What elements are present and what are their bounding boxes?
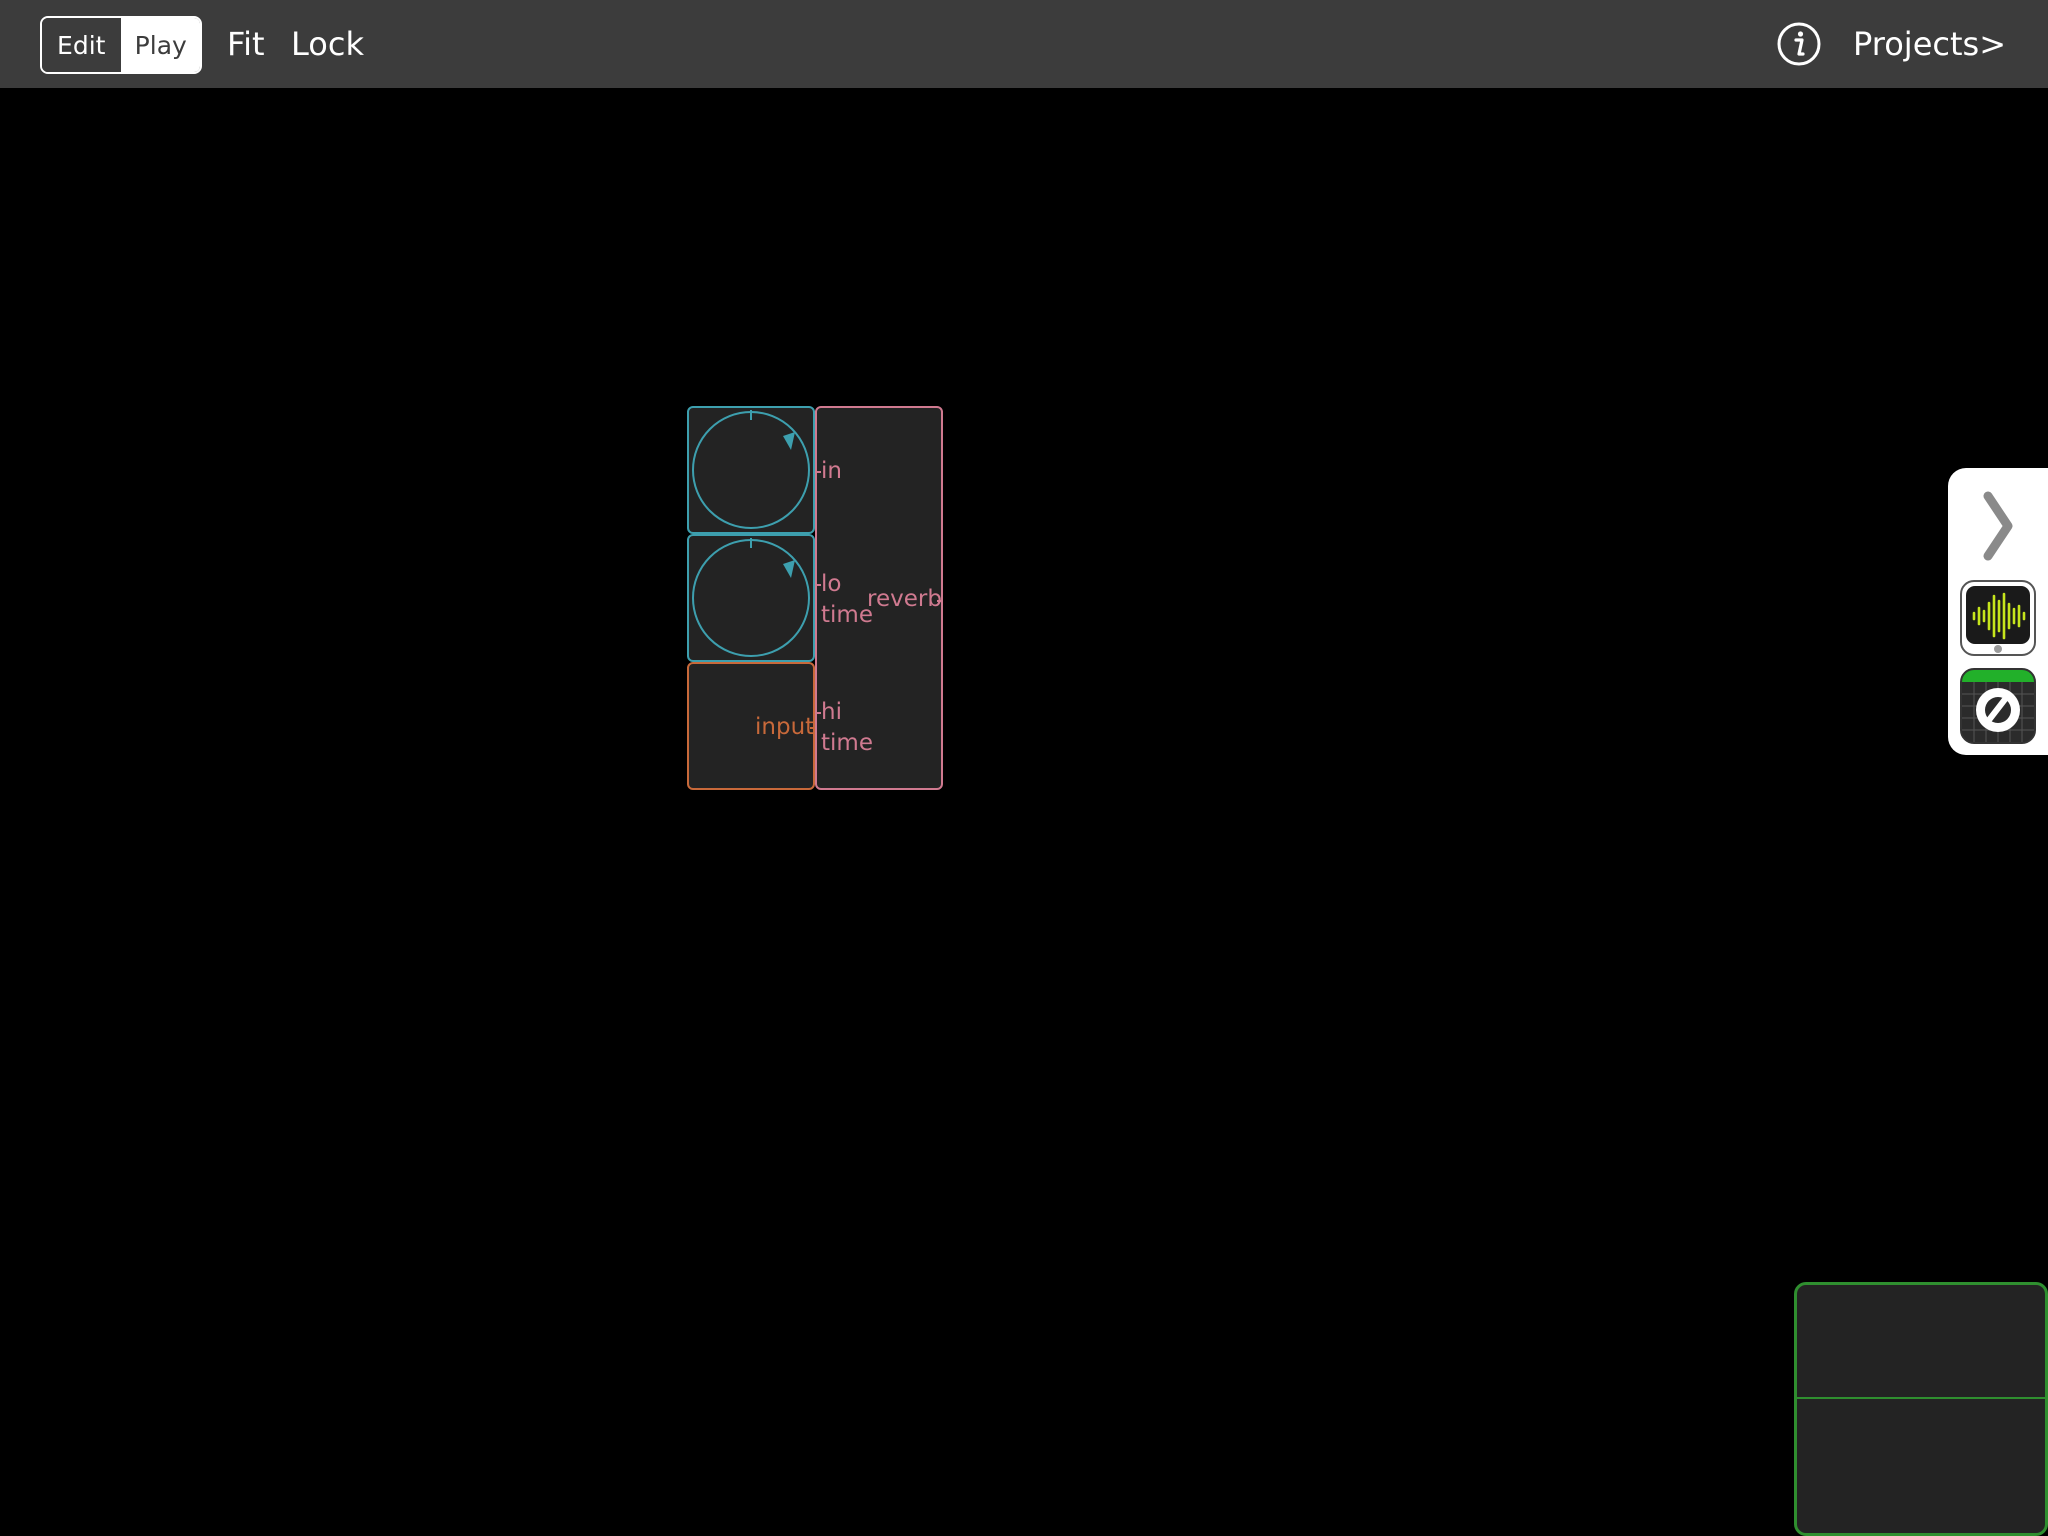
knob-dial-2[interactable] (689, 536, 813, 660)
knob-module-2[interactable] (687, 534, 815, 662)
reverb-port-lo-time-label: lo time (821, 571, 873, 628)
lock-button[interactable]: Lock (291, 20, 364, 68)
top-toolbar: Edit Play Fit Lock Projects> (0, 0, 2048, 88)
chevron-right-icon[interactable] (1976, 486, 2020, 566)
waveform-graphic (1966, 586, 2030, 653)
knob-dial-1[interactable] (689, 408, 813, 532)
reverb-output-port[interactable] (937, 600, 943, 602)
app-window: Edit Play Fit Lock Projects> input in lo… (0, 0, 2048, 1536)
mode-segmented-control: Edit Play (40, 16, 202, 74)
minimap-viewport-line (1797, 1397, 2045, 1399)
knob-module-1[interactable] (687, 406, 815, 534)
knob-pointer-2 (783, 560, 795, 578)
reverb-output-label: reverb (867, 586, 942, 612)
grid-logo-app-icon[interactable] (1960, 668, 2036, 744)
info-icon[interactable] (1776, 21, 1822, 67)
input-output-label: input (755, 714, 815, 740)
patch-canvas[interactable] (0, 88, 2048, 1536)
grid-logo-graphic (1962, 670, 2034, 742)
projects-button[interactable]: Projects> (1853, 20, 2006, 68)
side-panel (1948, 468, 2048, 755)
reverb-port-hi-time-label: hi time (821, 699, 873, 756)
knob-pointer-1 (783, 432, 795, 450)
fit-button[interactable]: Fit (227, 20, 265, 68)
edit-mode-button[interactable]: Edit (42, 18, 122, 72)
canvas-minimap[interactable] (1794, 1282, 2048, 1536)
reverb-port-in-label: in (821, 458, 842, 484)
play-mode-button[interactable]: Play (121, 18, 200, 72)
audio-waveform-app-icon[interactable] (1960, 580, 2036, 656)
